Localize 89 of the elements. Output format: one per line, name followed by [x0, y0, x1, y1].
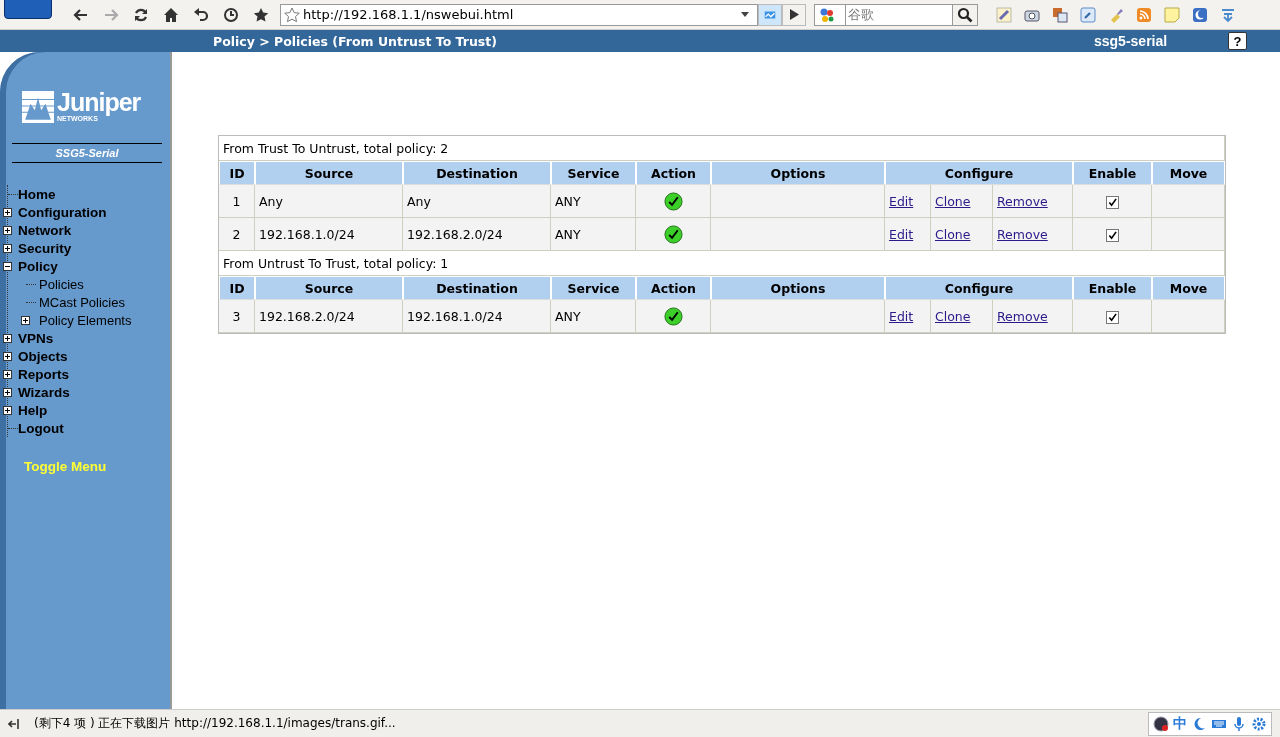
- device-model: SSG5-Serial: [12, 143, 162, 163]
- submenu-item[interactable]: Policy Elements: [36, 312, 132, 328]
- search-icon[interactable]: [953, 3, 978, 26]
- menu-item[interactable]: Home: [18, 186, 56, 202]
- expander-icon[interactable]: [3, 225, 12, 235]
- column-header: ID: [219, 276, 255, 300]
- column-header: Enable: [1073, 276, 1152, 300]
- column-header: Action: [636, 161, 711, 185]
- menu-item[interactable]: Configuration: [18, 204, 107, 220]
- expander-icon[interactable]: [3, 405, 12, 415]
- search-engine-icon[interactable]: [814, 3, 845, 26]
- destination-cell: 192.168.1.0/24: [403, 300, 551, 333]
- menu-item[interactable]: VPNs: [18, 330, 54, 346]
- status-arrow-icon[interactable]: [8, 717, 20, 730]
- expander-icon[interactable]: [3, 333, 12, 343]
- translate-icon[interactable]: [1052, 6, 1068, 23]
- address-field[interactable]: http://192.168.1.1/nswebui.html: [280, 3, 758, 26]
- breadcrumb: Policy > Policies (From Untrust To Trust): [213, 33, 497, 49]
- column-header: Source: [255, 276, 403, 300]
- column-header: Options: [711, 161, 885, 185]
- id-cell: 1: [219, 185, 255, 218]
- column-header: Action: [636, 276, 711, 300]
- menu-item[interactable]: Security: [18, 240, 72, 256]
- menu-item[interactable]: Policy: [18, 258, 58, 274]
- source-cell: 192.168.1.0/24: [255, 218, 403, 251]
- destination-cell: 192.168.2.0/24: [403, 218, 551, 251]
- column-header: Destination: [403, 276, 551, 300]
- id-cell: 3: [219, 300, 255, 333]
- column-header: ID: [219, 161, 255, 185]
- input-method-logo-icon[interactable]: [1153, 716, 1169, 732]
- menu-item[interactable]: Help: [18, 402, 48, 418]
- search-field[interactable]: 谷歌: [845, 3, 953, 26]
- settings-icon[interactable]: [1251, 716, 1267, 732]
- expander-icon[interactable]: [3, 207, 12, 217]
- undo-icon[interactable]: [193, 6, 209, 23]
- home-icon[interactable]: [163, 6, 179, 23]
- column-header: Options: [711, 276, 885, 300]
- star-icon[interactable]: [284, 6, 300, 23]
- logo-wordmark: Juniper: [57, 90, 141, 114]
- column-header: Destination: [403, 161, 551, 185]
- submenu-item[interactable]: MCast Policies: [36, 294, 125, 310]
- service-cell: ANY: [551, 218, 636, 251]
- column-header: Configure: [885, 161, 1073, 185]
- moon-icon[interactable]: [1192, 6, 1208, 23]
- service-cell: ANY: [551, 185, 636, 218]
- tree-logo-icon: [21, 90, 55, 123]
- help-button[interactable]: ?: [1228, 32, 1247, 50]
- dropdown-caret-icon[interactable]: [741, 12, 749, 17]
- menu-item[interactable]: Wizards: [18, 384, 70, 400]
- source-cell: 192.168.2.0/24: [255, 300, 403, 333]
- id-cell: 2: [219, 218, 255, 251]
- policy-group-title: From Trust To Untrust, total policy: 2: [219, 136, 1226, 161]
- menu-item[interactable]: Logout: [18, 420, 64, 436]
- bookmark-star-icon[interactable]: [253, 6, 269, 23]
- column-header: Move: [1152, 276, 1226, 300]
- source-cell: Any: [255, 185, 403, 218]
- column-header: Service: [551, 161, 636, 185]
- submenu-item[interactable]: Policies: [36, 276, 84, 292]
- menu-item[interactable]: Reports: [18, 366, 69, 382]
- device-name: ssg5-serial: [1094, 33, 1168, 49]
- enable-checkbox[interactable]: [1105, 195, 1119, 209]
- history-clock-icon[interactable]: [223, 6, 239, 23]
- column-header: Service: [551, 276, 636, 300]
- policy-group-title: From Untrust To Trust, total policy: 1: [219, 251, 1226, 276]
- column-header: Configure: [885, 276, 1073, 300]
- expander-icon[interactable]: [3, 387, 12, 397]
- enable-checkbox[interactable]: [1105, 310, 1119, 324]
- service-cell: ANY: [551, 300, 636, 333]
- expander-icon[interactable]: [21, 315, 30, 325]
- back-icon[interactable]: [73, 6, 89, 23]
- menu-item[interactable]: Objects: [18, 348, 68, 364]
- enable-checkbox[interactable]: [1105, 228, 1119, 242]
- expander-icon[interactable]: [3, 351, 12, 361]
- column-header: Source: [255, 161, 403, 185]
- destination-cell: Any: [403, 185, 551, 218]
- microphone-icon[interactable]: [1231, 716, 1247, 732]
- status-text: (剩下4 项 ) 正在下载图片 http://192.168.1.1/images/trans.gif...: [34, 715, 396, 732]
- pencil-icon[interactable]: [996, 6, 1012, 23]
- column-header: Move: [1152, 161, 1226, 185]
- input-mode-label[interactable]: 中: [1173, 715, 1187, 733]
- download-icon[interactable]: [1220, 6, 1236, 23]
- go-button[interactable]: [782, 3, 806, 26]
- expander-icon[interactable]: [3, 369, 12, 379]
- expander-icon[interactable]: [3, 243, 12, 253]
- reload-icon[interactable]: [133, 6, 149, 23]
- expander-icon[interactable]: [3, 261, 12, 271]
- menu-item[interactable]: Network: [18, 222, 72, 238]
- play-icon: [789, 9, 799, 20]
- column-header: Enable: [1073, 161, 1152, 185]
